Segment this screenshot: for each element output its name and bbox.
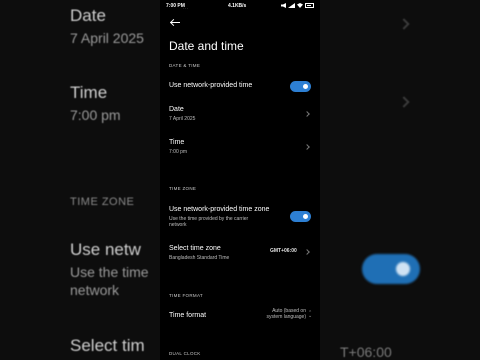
chevron-right-icon bbox=[304, 144, 310, 150]
status-icons bbox=[281, 3, 314, 8]
bg-use-network-sub2: network bbox=[70, 282, 120, 298]
toggle-knob bbox=[303, 84, 308, 89]
signal-icon bbox=[288, 3, 295, 8]
time-label: Time bbox=[169, 139, 185, 146]
background-right-blurred: T+06:00 bbox=[320, 0, 480, 360]
up-down-arrows-icon: ⌃ ⌄ bbox=[308, 310, 313, 319]
time-format-value: Auto (based on system language) bbox=[267, 308, 306, 320]
toggle-knob bbox=[303, 214, 308, 219]
use-network-time-zone-toggle[interactable] bbox=[290, 211, 311, 222]
date-value: 7 April 2025 bbox=[169, 116, 196, 122]
time-format-label: Time format bbox=[169, 312, 207, 319]
bg-chevron-right-icon bbox=[398, 18, 410, 30]
bg-toggle bbox=[362, 254, 420, 284]
bg-use-network-sub1: Use the time bbox=[70, 264, 149, 280]
select-time-zone-label: Select time zone bbox=[169, 245, 221, 252]
section-header-date-time: DATE & TIME bbox=[169, 63, 201, 68]
background-left-blurred: Date 7 April 2025 Time 7:00 pm TIME ZONE… bbox=[0, 0, 160, 360]
wifi-icon bbox=[297, 3, 303, 8]
status-bar: 7:00 PM ... 4.1KB/s bbox=[160, 3, 320, 11]
bg-time-label: Time bbox=[70, 83, 108, 102]
network-speed: 4.1KB/s bbox=[228, 3, 247, 9]
use-network-time-toggle[interactable] bbox=[290, 81, 311, 92]
select-time-zone-value: Bangladesh Standard Time bbox=[169, 255, 230, 261]
use-network-time-label: Use network-provided time bbox=[169, 82, 253, 89]
status-dots: ... bbox=[183, 5, 190, 10]
use-network-time-zone-sub2: network bbox=[169, 222, 187, 228]
chevron-right-icon bbox=[304, 249, 310, 255]
use-network-time-zone-label: Use network-provided time zone bbox=[169, 206, 270, 213]
back-arrow-icon[interactable] bbox=[170, 18, 182, 28]
gmt-offset: GMT+06:00 bbox=[270, 248, 297, 254]
date-label: Date bbox=[169, 106, 184, 113]
volume-icon bbox=[281, 3, 286, 8]
page-title: Date and time bbox=[169, 39, 244, 53]
bg-use-network-label: Use netw bbox=[70, 240, 141, 259]
section-header-dual-clock: DUAL CLOCK bbox=[169, 351, 201, 356]
bg-chevron-right-icon bbox=[398, 96, 410, 108]
time-format-value-line2: system language) bbox=[266, 314, 306, 320]
bg-time-zone-header: TIME ZONE bbox=[70, 196, 135, 208]
bg-date-value: 7 April 2025 bbox=[70, 30, 144, 46]
chevron-right-icon bbox=[304, 111, 310, 117]
bg-select-time-zone-label: Select tim bbox=[70, 336, 145, 355]
section-header-time-zone: TIME ZONE bbox=[169, 186, 197, 191]
battery-icon bbox=[305, 3, 314, 8]
time-value: 7:00 pm bbox=[169, 149, 188, 155]
bg-date-label: Date bbox=[70, 6, 106, 25]
bg-time-value: 7:00 pm bbox=[70, 107, 121, 123]
phone-screen: 7:00 PM ... 4.1KB/s Date and time DATE &… bbox=[160, 0, 320, 360]
section-header-time-format: TIME FORMAT bbox=[169, 293, 203, 298]
bg-gmt-offset: T+06:00 bbox=[340, 344, 392, 360]
